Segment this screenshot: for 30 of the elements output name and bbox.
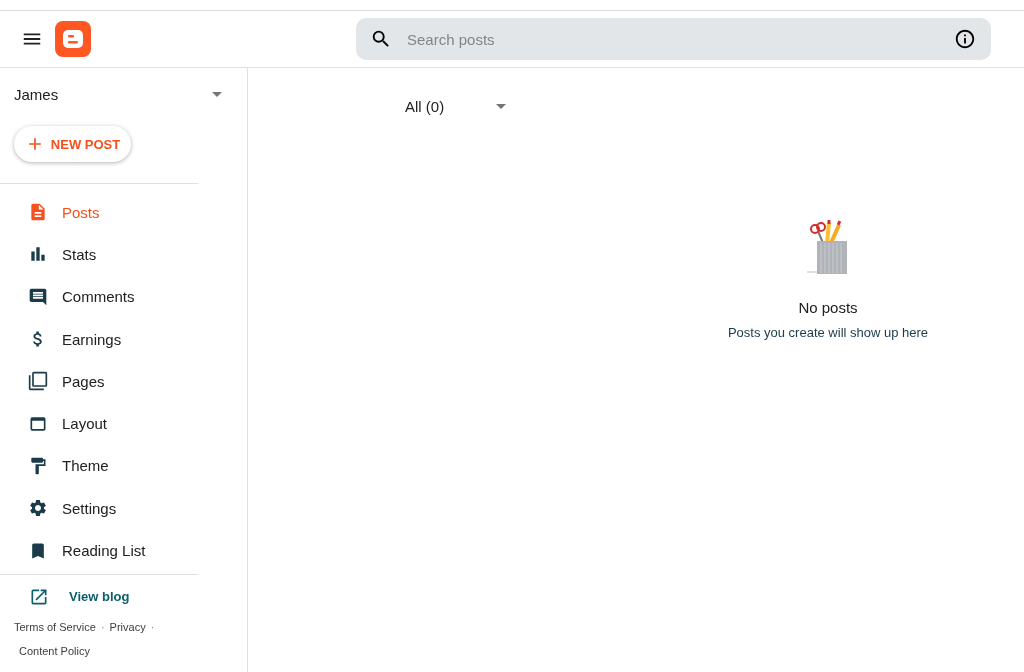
paint-roller-icon [28,455,48,476]
empty-state-title: No posts [798,299,858,316]
dropdown-caret-icon [212,91,222,97]
footer-link[interactable]: Privacy [109,620,146,633]
settings-icon [28,498,48,519]
sidebar-item[interactable]: Comments [0,275,198,318]
sidebar-item[interactable]: Stats [0,233,198,276]
sidebar-item[interactable]: Layout [0,402,198,445]
comment-icon [28,286,48,307]
document-icon [28,202,48,223]
sidebar-item[interactable]: Theme [0,444,198,488]
blog-selector[interactable]: James [0,68,247,120]
separator-dot: · [150,620,155,633]
view-blog-link[interactable]: View blog [0,574,247,607]
sidebar-item[interactable]: Earnings [0,317,198,361]
sidebar-item[interactable]: Pages [0,360,198,403]
search-field[interactable]: Search posts [356,18,991,60]
separator-dot: · [100,620,105,633]
footer-link[interactable]: Content Policy [19,644,90,657]
info-icon[interactable] [954,28,976,50]
filter-dropdown[interactable]: All (0) [405,98,513,115]
sidebar-item[interactable]: Posts [0,191,198,234]
footer-link[interactable]: Terms of Service [14,620,96,633]
sidebar-item[interactable]: Settings [0,487,198,530]
logo-icon[interactable] [55,21,91,57]
empty-state-message: Posts you create will show up here [727,325,929,340]
dropdown-caret-icon [496,104,506,109]
search-icon [370,28,392,50]
sidebar-item[interactable]: Reading List [0,529,198,572]
pages-icon [28,371,48,392]
